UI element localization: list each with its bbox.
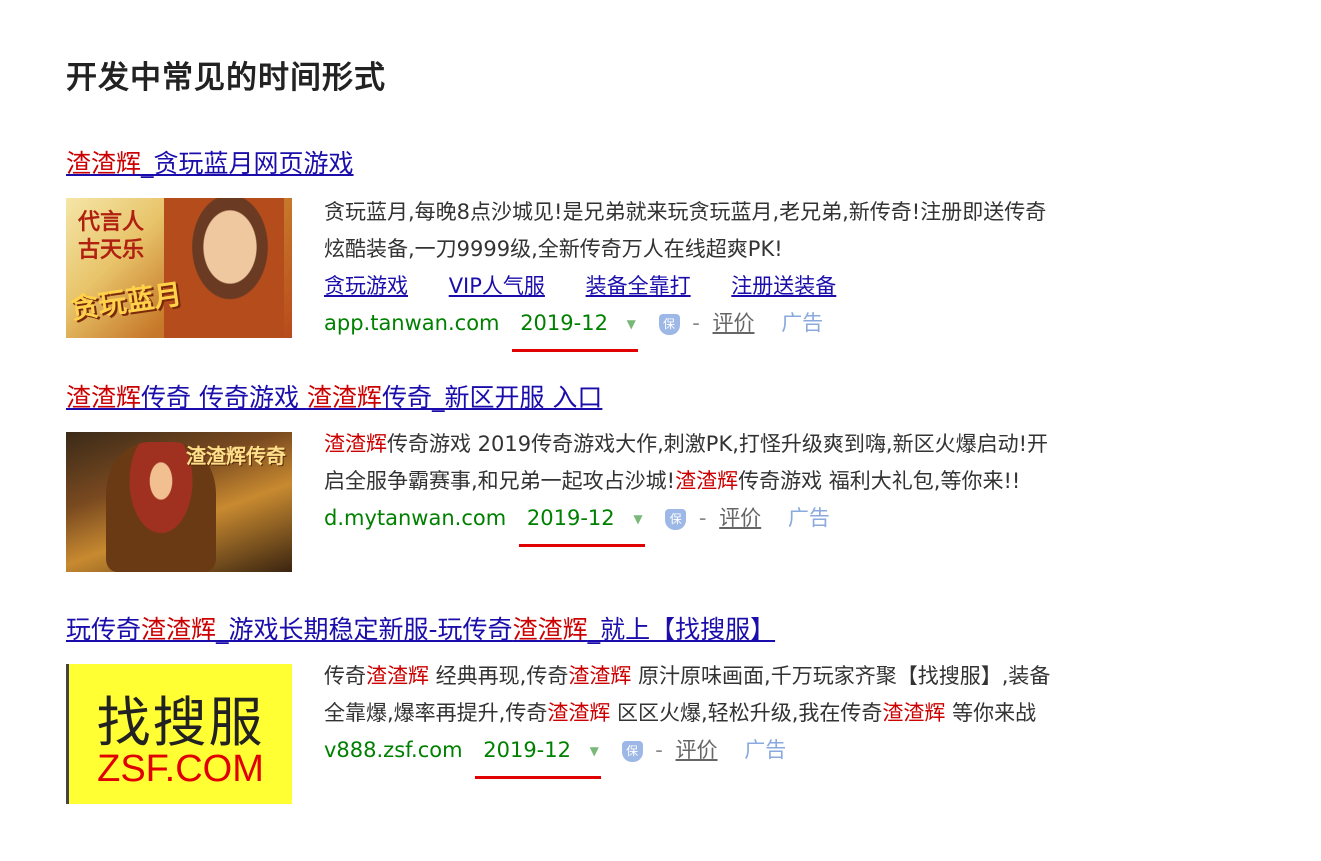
- keyword-highlight: 渣渣辉: [882, 701, 946, 725]
- eval-link[interactable]: 评价: [713, 311, 755, 335]
- text-segment: _贪玩蓝月网页游戏: [141, 149, 354, 178]
- thumbnail-brand: 找搜服: [96, 691, 265, 754]
- eval-link[interactable]: 评价: [676, 738, 718, 762]
- text-segment: 传奇: [324, 664, 366, 688]
- result-date: 2019-12: [512, 305, 638, 352]
- text-segment: _游戏长期稳定新服-玩传奇: [216, 615, 513, 644]
- date-underline-mark: [518, 544, 645, 547]
- eval-link[interactable]: 评价: [719, 506, 761, 530]
- keyword-highlight: 渣渣辉: [66, 149, 142, 178]
- separator: -: [692, 311, 700, 335]
- caret-down-icon[interactable]: ▼: [633, 501, 642, 538]
- keyword-highlight: 渣渣辉: [675, 469, 739, 493]
- game-logo: 渣渣辉传奇: [186, 444, 286, 468]
- result-title[interactable]: 玩传奇渣渣辉_游戏长期稳定新服-玩传奇渣渣辉_就上【找搜服】: [66, 614, 775, 646]
- text-segment: 等你来战: [945, 701, 1037, 725]
- sitelink[interactable]: 装备全靠打: [586, 274, 691, 298]
- keyword-highlight: 渣渣辉: [547, 701, 611, 725]
- result-meta: d.mytanwan.com 2019-12 ▼ 保 - 评价 广告: [324, 500, 1064, 547]
- date-underline-mark: [475, 776, 601, 779]
- sitelink[interactable]: VIP人气服: [449, 274, 545, 298]
- text-segment: 传奇_新区开服 入口: [381, 383, 603, 412]
- text-segment: 传奇游戏 福利大礼包,等你来!!: [738, 469, 1021, 493]
- shield-icon[interactable]: 保: [665, 508, 687, 530]
- sitelinks: 贪玩游戏 VIP人气服 装备全靠打 注册送装备: [324, 268, 1064, 305]
- text-segment: 玩传奇: [66, 615, 142, 644]
- text-segment: 经典再现,传奇: [429, 664, 569, 688]
- ad-label: 广告: [744, 738, 787, 762]
- caret-down-icon[interactable]: ▼: [590, 733, 599, 770]
- shield-icon[interactable]: 保: [658, 313, 680, 335]
- text-segment: 区区火爆,轻松升级,我在传奇: [610, 701, 883, 725]
- search-result-2: 渣渣辉传奇 传奇游戏 渣渣辉传奇_新区开服 入口 渣渣辉传奇 渣渣辉传奇游戏 2…: [66, 382, 1066, 582]
- separator: -: [655, 738, 663, 762]
- keyword-highlight: 渣渣辉: [141, 615, 217, 644]
- result-url[interactable]: app.tanwan.com: [324, 311, 500, 335]
- keyword-highlight: 渣渣辉: [66, 383, 142, 412]
- keyword-highlight: 渣渣辉: [324, 432, 387, 456]
- ad-label: 广告: [781, 311, 824, 335]
- caret-down-icon[interactable]: ▼: [627, 306, 636, 343]
- result-date: 2019-12: [518, 500, 645, 547]
- date-underline-mark: [512, 349, 638, 352]
- result-meta: app.tanwan.com 2019-12 ▼ 保 - 评价 广告: [324, 305, 1064, 352]
- portrait-image: [164, 198, 284, 338]
- shield-icon[interactable]: 保: [621, 740, 643, 762]
- keyword-highlight: 渣渣辉: [568, 664, 632, 688]
- result-url[interactable]: v888.zsf.com: [324, 738, 463, 762]
- text-segment: 传奇 传奇游戏: [141, 383, 307, 412]
- ad-label: 广告: [787, 506, 830, 530]
- search-result-3: 玩传奇渣渣辉_游戏长期稳定新服-玩传奇渣渣辉_就上【找搜服】 找搜服 ZSF.C…: [66, 614, 1066, 824]
- sitelink[interactable]: 注册送装备: [731, 274, 836, 298]
- result-meta: v888.zsf.com 2019-12 ▼ 保 - 评价 广告: [324, 732, 1064, 779]
- text-segment: _就上【找搜服】: [587, 615, 776, 644]
- search-result-1: 渣渣辉_贪玩蓝月网页游戏 代言人 古天乐 贪玩蓝月 贪玩蓝月,每晚8点沙城见!是…: [66, 148, 1066, 358]
- thumbnail-caption: 代言人 古天乐: [78, 209, 145, 263]
- sitelink[interactable]: 贪玩游戏: [324, 274, 408, 298]
- result-date: 2019-12: [475, 732, 601, 779]
- result-thumbnail[interactable]: 找搜服 ZSF.COM: [66, 664, 292, 804]
- page-title: 开发中常见的时间形式: [66, 60, 386, 96]
- text-segment: 贪玩蓝月,每晚8点沙城见!是兄弟就来玩贪玩蓝月,老兄弟,新传奇!注册即送传奇炫酷…: [324, 200, 1047, 261]
- keyword-highlight: 渣渣辉: [366, 664, 429, 688]
- result-title[interactable]: 渣渣辉传奇 传奇游戏 渣渣辉传奇_新区开服 入口: [66, 382, 602, 414]
- result-description: 贪玩蓝月,每晚8点沙城见!是兄弟就来玩贪玩蓝月,老兄弟,新传奇!注册即送传奇炫酷…: [324, 194, 1064, 268]
- result-thumbnail[interactable]: 渣渣辉传奇: [66, 432, 292, 572]
- thumbnail-domain: ZSF.COM: [97, 748, 264, 790]
- result-description: 渣渣辉传奇游戏 2019传奇游戏大作,刺激PK,打怪升级爽到嗨,新区火爆启动!开…: [324, 426, 1064, 500]
- result-description: 传奇渣渣辉 经典再现,传奇渣渣辉 原汁原味画面,千万玩家齐聚【找搜服】,装备全靠…: [324, 658, 1064, 732]
- result-title[interactable]: 渣渣辉_贪玩蓝月网页游戏: [66, 148, 354, 180]
- result-url[interactable]: d.mytanwan.com: [324, 506, 506, 530]
- separator: -: [698, 506, 707, 530]
- keyword-highlight: 渣渣辉: [306, 383, 382, 412]
- result-thumbnail[interactable]: 代言人 古天乐 贪玩蓝月: [66, 198, 292, 338]
- keyword-highlight: 渣渣辉: [512, 615, 588, 644]
